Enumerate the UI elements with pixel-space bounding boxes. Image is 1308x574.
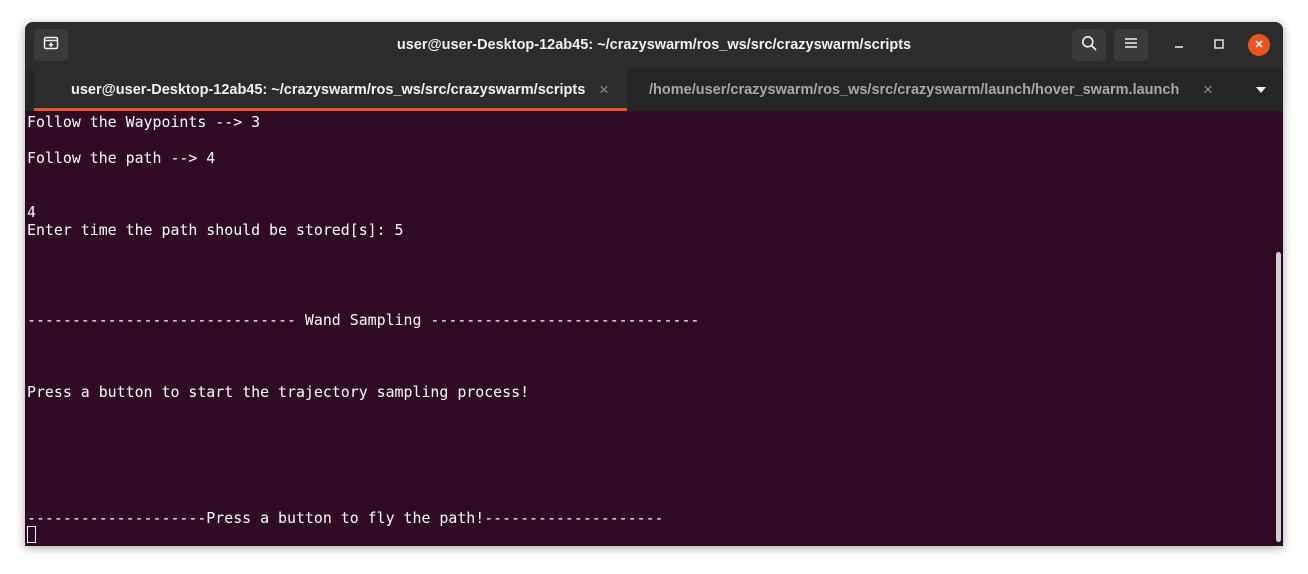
tab-scripts[interactable]: user@user-Desktop-12ab45: ~/crazyswarm/r… <box>34 69 627 111</box>
close-icon[interactable]: × <box>1203 69 1213 111</box>
tab-label: user@user-Desktop-12ab45: ~/crazyswarm/r… <box>71 82 586 98</box>
search-icon <box>1081 35 1097 56</box>
tab-bar: user@user-Desktop-12ab45: ~/crazyswarm/r… <box>25 69 1283 111</box>
tab-label: /home/user/crazyswarm/ros_ws/src/crazysw… <box>649 82 1180 98</box>
scrollbar[interactable] <box>1273 111 1283 546</box>
tabs-menu-button[interactable] <box>1251 69 1271 111</box>
hamburger-menu-icon <box>1124 36 1138 54</box>
new-tab-button[interactable] <box>34 29 68 61</box>
close-button[interactable] <box>1248 34 1270 56</box>
new-tab-icon <box>43 35 59 56</box>
terminal-output-area[interactable]: Follow the Waypoints --> 3 Follow the pa… <box>25 111 1273 546</box>
minimize-button[interactable] <box>1168 34 1190 56</box>
scrollbar-thumb[interactable] <box>1276 252 1281 542</box>
menu-button[interactable] <box>1114 29 1148 61</box>
terminal-cursor <box>27 526 36 543</box>
header-bar: user@user-Desktop-12ab45: ~/crazyswarm/r… <box>25 22 1283 69</box>
chevron-down-icon <box>1255 81 1267 99</box>
minimize-icon <box>1174 36 1184 54</box>
maximize-icon <box>1214 36 1224 54</box>
tab-hover-swarm-launch[interactable]: /home/user/crazyswarm/ros_ws/src/crazysw… <box>627 69 1227 111</box>
maximize-button[interactable] <box>1208 34 1230 56</box>
close-icon[interactable]: × <box>599 69 609 111</box>
terminal-output: Follow the Waypoints --> 3 Follow the pa… <box>27 113 700 527</box>
search-button[interactable] <box>1072 29 1106 61</box>
terminal-window: user@user-Desktop-12ab45: ~/crazyswarm/r… <box>25 22 1283 546</box>
close-icon <box>1254 36 1264 54</box>
